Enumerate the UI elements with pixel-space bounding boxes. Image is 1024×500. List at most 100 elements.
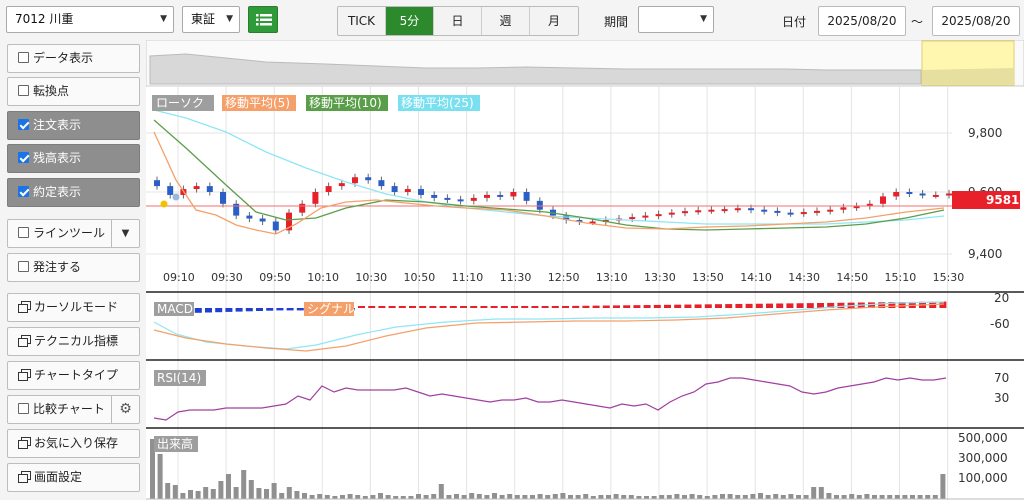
- candle-body: [629, 217, 636, 220]
- volume-bar: [894, 495, 900, 499]
- candle-body: [774, 210, 781, 213]
- execution-marker[interactable]: [160, 200, 168, 208]
- candle-body: [536, 200, 543, 210]
- candle-body: [299, 203, 306, 213]
- macd-bar: [674, 304, 682, 308]
- candle-body: [682, 211, 688, 214]
- volume-bar: [469, 493, 475, 499]
- macd-bar: [378, 306, 386, 308]
- volume-bar: [932, 495, 938, 499]
- candle-body: [497, 194, 504, 197]
- tab-tick[interactable]: TICK: [338, 7, 386, 35]
- macd-bar: [460, 306, 467, 308]
- candle-body: [365, 177, 372, 181]
- candle-body: [510, 192, 517, 197]
- time-tick: 14:50: [836, 271, 868, 284]
- volume-bar: [302, 493, 307, 499]
- signal-line: [153, 303, 945, 352]
- market-select[interactable]: 東証 ▼: [182, 6, 240, 33]
- volume-bar: [172, 485, 178, 499]
- chevron-down-icon: ▼: [226, 14, 233, 24]
- macd-bar: [480, 306, 488, 308]
- volume-bar: [552, 494, 558, 499]
- legend-ma5: 移動平均(5): [225, 96, 290, 110]
- macd-label: MACD: [157, 302, 193, 316]
- overview-selection-area: [922, 68, 1014, 84]
- tab-month[interactable]: 月: [530, 7, 578, 35]
- order-marker[interactable]: [172, 193, 180, 201]
- period-select[interactable]: ▼: [638, 6, 714, 33]
- volume-bar: [461, 495, 467, 499]
- balance-display-toggle[interactable]: 残高表示: [7, 144, 140, 173]
- macd-bar: [266, 308, 274, 311]
- volume-bar: [248, 480, 254, 499]
- chevron-down-icon: ▼: [160, 14, 167, 24]
- rsi-label: RSI(14): [157, 371, 201, 385]
- volume-bar: [735, 495, 741, 499]
- time-tick: 09:50: [259, 271, 291, 284]
- gear-icon[interactable]: ⚙: [111, 396, 139, 423]
- volume-bar: [264, 489, 269, 499]
- volume-bar: [628, 495, 634, 499]
- save-favorite-button[interactable]: お気に入り保存: [7, 429, 140, 458]
- technical-indicator-button[interactable]: テクニカル指標: [7, 327, 140, 356]
- volume-bar: [195, 491, 201, 499]
- turning-point-toggle[interactable]: 転換点: [7, 77, 140, 106]
- stock-chart[interactable]: ローソク 移動平均(5) 移動平均(10) 移動平均(25) 9,800 9,6…: [146, 40, 1024, 500]
- volume-bar: [720, 494, 725, 499]
- checkbox-icon: [18, 227, 29, 238]
- volume-bar: [286, 487, 292, 499]
- volume-bar: [188, 490, 193, 499]
- line-tool-toggle[interactable]: ラインツール ▼: [7, 219, 140, 248]
- screen-settings-button[interactable]: 画面設定: [7, 463, 140, 492]
- compare-chart-toggle[interactable]: 比較チャート ⚙: [7, 395, 140, 424]
- time-tick: 14:10: [740, 271, 772, 284]
- volume-bar: [537, 494, 543, 499]
- macd-bar: [562, 306, 569, 308]
- volume-label: 出来高: [157, 436, 193, 451]
- volume-bar: [613, 494, 619, 499]
- macd-bar: [572, 305, 580, 308]
- volume-bar: [271, 483, 277, 499]
- time-tick: 10:10: [307, 271, 339, 284]
- macd-bar: [439, 306, 447, 308]
- chevron-down-icon[interactable]: ▼: [111, 220, 139, 247]
- macd-bar: [684, 304, 692, 308]
- data-display-toggle[interactable]: データ表示: [7, 44, 140, 73]
- date-to-input[interactable]: 2025/08/20: [932, 6, 1020, 36]
- volume-bar: [659, 495, 665, 499]
- volume-bar: [917, 495, 923, 499]
- volume-bar: [226, 474, 231, 499]
- symbol-select[interactable]: 7012 川重 ▼: [6, 6, 174, 33]
- volume-bar: [492, 493, 497, 499]
- list-button[interactable]: [248, 6, 278, 33]
- tab-week[interactable]: 週: [482, 7, 530, 35]
- volume-bar: [811, 487, 817, 499]
- volume-bar: [872, 495, 877, 499]
- macd-bar: [837, 302, 845, 308]
- macd-bar: [205, 308, 212, 313]
- legend-candle: ローソク: [156, 96, 204, 110]
- ma5-line: [153, 131, 945, 235]
- macd-bar: [704, 304, 712, 308]
- cursor-mode-button[interactable]: カーソルモード: [7, 293, 140, 322]
- order-toggle[interactable]: 発注する: [7, 253, 140, 282]
- execution-display-toggle[interactable]: 約定表示: [7, 178, 140, 207]
- macd-bar: [633, 305, 641, 308]
- order-display-toggle[interactable]: 注文表示: [7, 111, 140, 140]
- date-from-input[interactable]: 2025/08/20: [818, 6, 906, 36]
- macd-bar: [194, 308, 202, 313]
- time-tick: 13:10: [596, 271, 628, 284]
- candle-body: [457, 199, 464, 202]
- tab-5min[interactable]: 5分: [386, 7, 434, 35]
- window-icon: [18, 471, 31, 483]
- volume-bar: [514, 495, 520, 499]
- time-axis: 09:10 09:30 09:50 10:10 10:30 10:50 11:10 11:30…: [163, 271, 964, 284]
- chart-type-button[interactable]: チャートタイプ: [7, 361, 140, 390]
- tab-day[interactable]: 日: [434, 7, 482, 35]
- candle-body: [272, 221, 279, 231]
- macd-bar: [419, 306, 427, 308]
- time-tick: 10:50: [404, 271, 436, 284]
- time-tick: 13:50: [692, 271, 724, 284]
- rsi-tick: 30: [994, 391, 1009, 405]
